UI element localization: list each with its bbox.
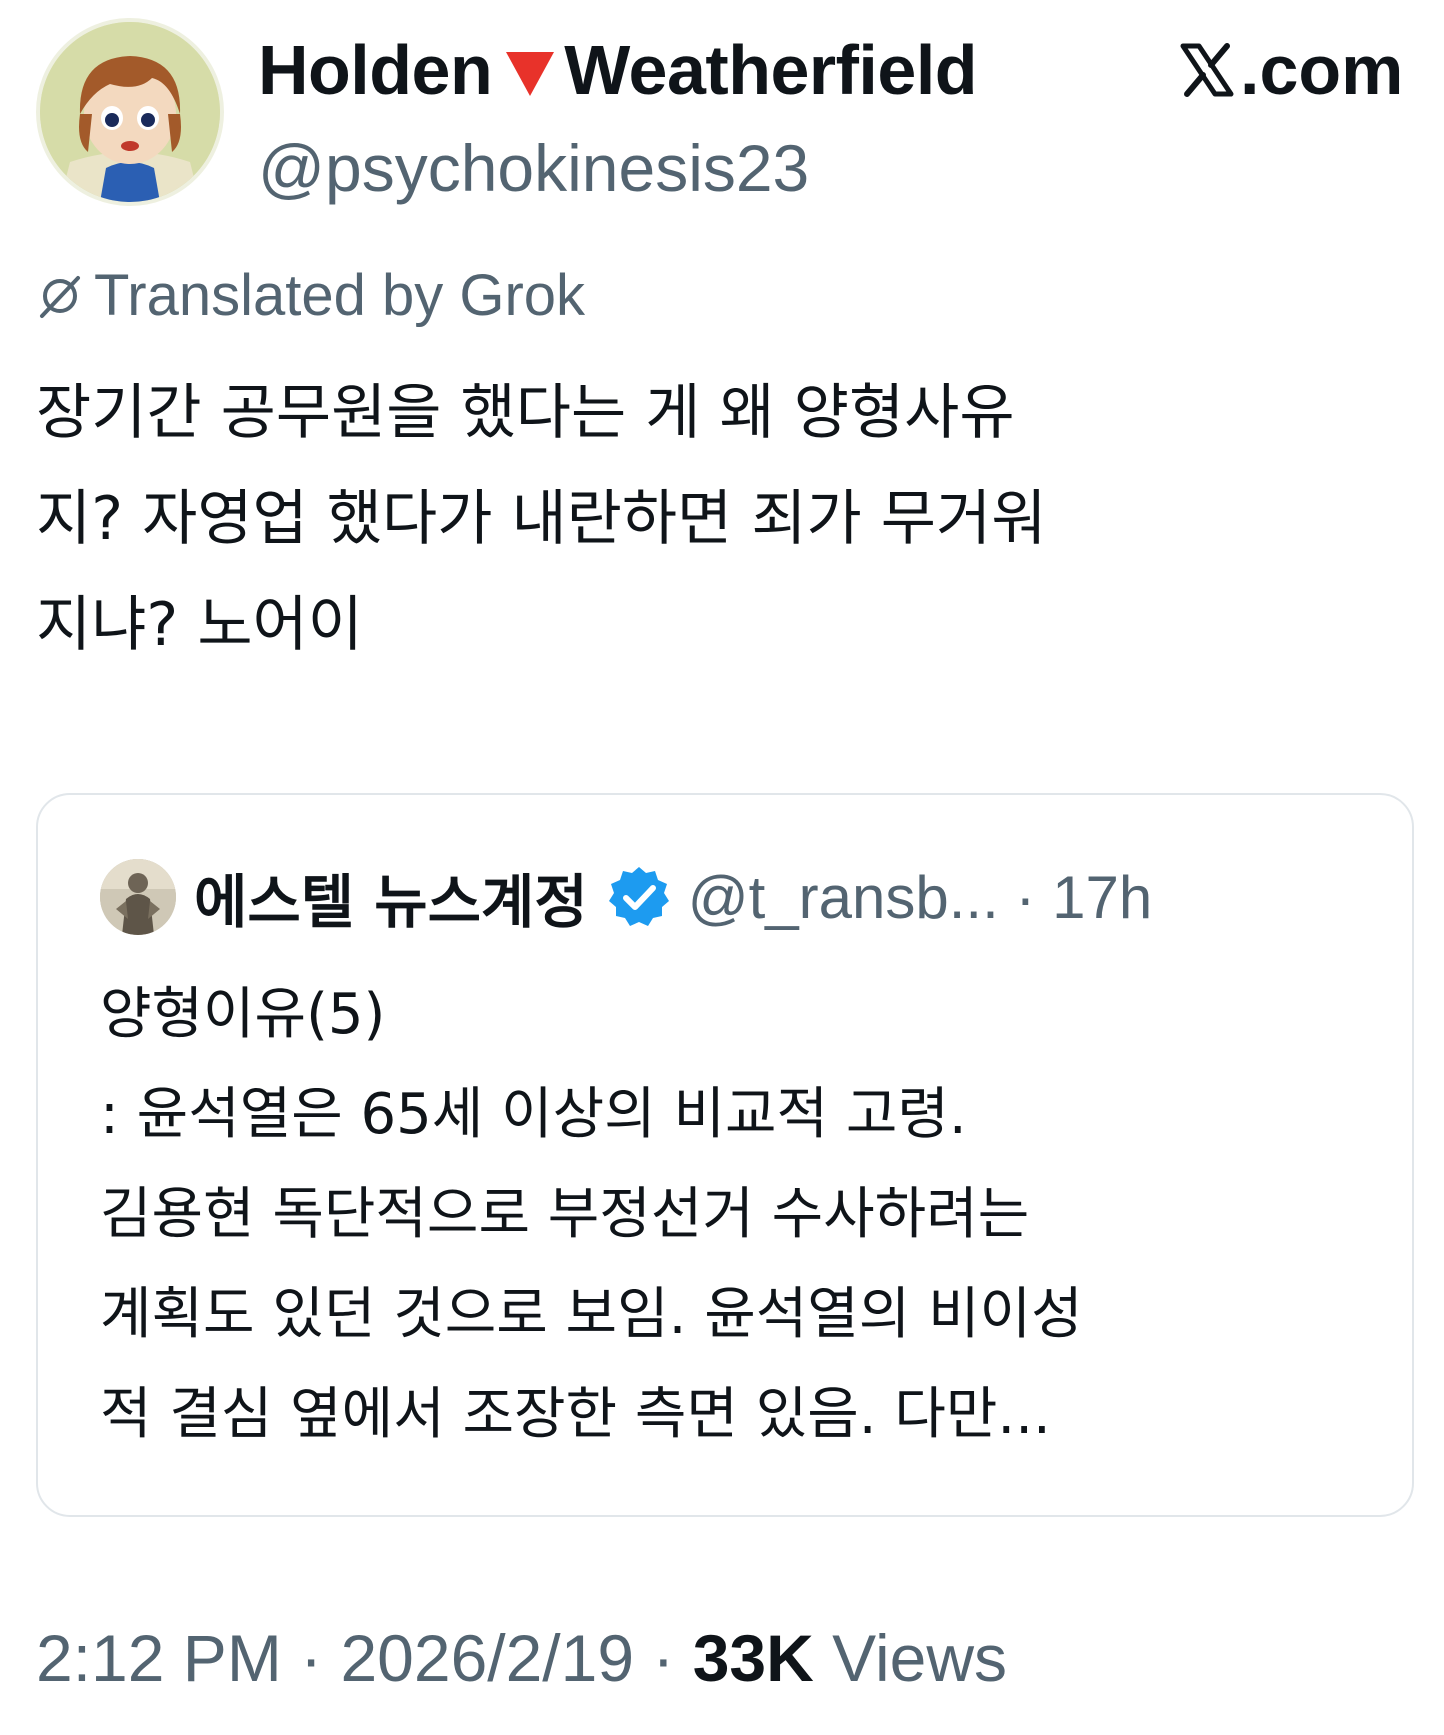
quoted-handle-time: @t_ransb... · 17h (687, 863, 1153, 931)
verified-badge-icon (608, 867, 669, 926)
quoted-tweet-header: 에스텔 뉴스계정 @t_ransb... · 17h (100, 857, 1152, 937)
views-count: 33K (692, 1621, 814, 1695)
red-down-triangle-icon (506, 52, 555, 96)
quoted-author-name[interactable]: 에스텔 뉴스계정 (194, 855, 588, 939)
tweet-header: Holden Weatherfield .com @psychokinesis2… (36, 18, 1416, 208)
tweet-timestamp[interactable]: 2:12 PM · 2026/2/19 · (36, 1621, 693, 1695)
tweet-body: 장기간 공무원을 했다는 게 왜 양형사유 지? 자영업 했다가 내란하면 죄가… (36, 378, 1047, 660)
cartoon-girl-icon (40, 22, 220, 202)
quoted-author-avatar[interactable] (100, 859, 176, 935)
author-first-name: Holden (258, 31, 493, 109)
views-label: Views (813, 1621, 1007, 1695)
source-watermark: .com (1176, 30, 1403, 110)
translation-label[interactable]: Translated by Grok (36, 262, 585, 329)
tweet-meta: 2:12 PM · 2026/2/19 · 33K Views (36, 1620, 1007, 1696)
quoted-tweet[interactable]: 에스텔 뉴스계정 @t_ransb... · 17h 양형이유(5) : 윤석열… (36, 793, 1414, 1517)
quoted-tweet-body: 양형이유(5) : 윤석열은 65세 이상의 비교적 고령. 김용현 독단적으로… (100, 982, 1083, 1447)
statue-avatar-icon (100, 859, 176, 935)
x-logo-icon (1180, 43, 1234, 97)
source-site: .com (1240, 31, 1404, 109)
author-handle[interactable]: @psychokinesis23 (258, 130, 809, 206)
author-last-name: Weatherfield (564, 31, 978, 109)
author-avatar[interactable] (36, 18, 224, 206)
translation-text: Translated by Grok (94, 263, 586, 328)
grok-icon (40, 275, 80, 318)
author-name[interactable]: Holden Weatherfield (258, 30, 978, 110)
